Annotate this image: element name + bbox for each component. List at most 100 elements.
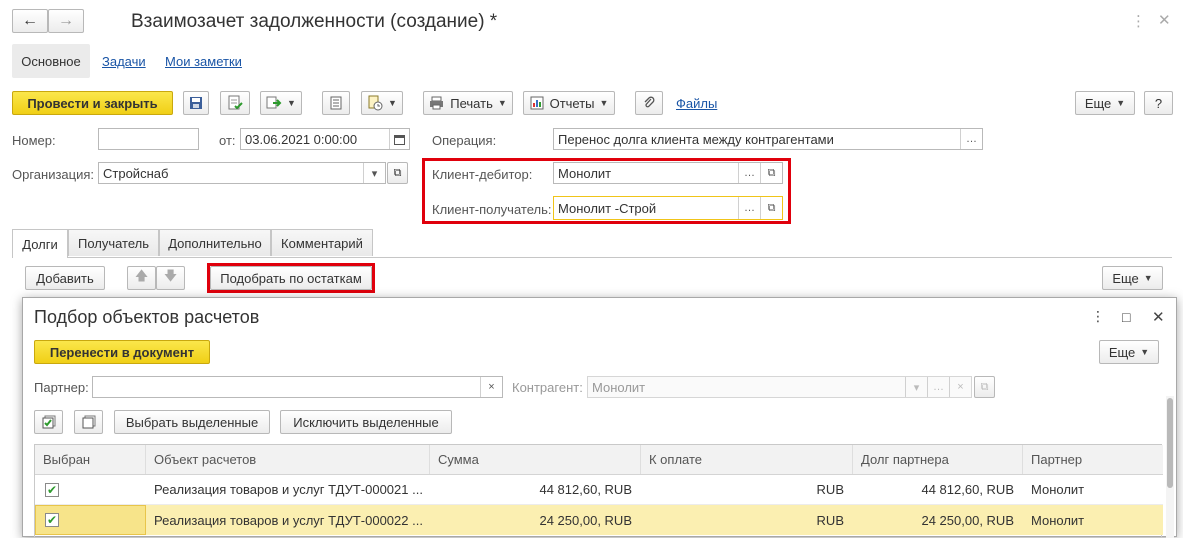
uncheck-all-icon bbox=[82, 415, 96, 429]
dots-icon[interactable]: … bbox=[738, 163, 760, 183]
uncheck-all-button[interactable] bbox=[74, 410, 103, 434]
post-and-close-button[interactable]: Провести и закрыть bbox=[12, 91, 173, 115]
more-label: Еще bbox=[1084, 95, 1112, 111]
open-window-icon[interactable]: ⧉ bbox=[760, 197, 782, 219]
row-sum: 44 812,60, RUB bbox=[539, 482, 632, 497]
operation-value: Перенос долга клиента между контрагентам… bbox=[558, 131, 834, 147]
col-selected[interactable]: Выбран bbox=[35, 445, 146, 474]
chevron-down-icon: ▼ bbox=[287, 98, 296, 108]
tab-comment-label: Комментарий bbox=[281, 235, 363, 251]
open-window-icon: ⧉ bbox=[393, 166, 402, 179]
tab-comment[interactable]: Комментарий bbox=[271, 229, 373, 256]
col-object[interactable]: Объект расчетов bbox=[146, 445, 430, 474]
tab-debts-label: Долги bbox=[22, 236, 58, 252]
move-down-button[interactable]: 🡇 bbox=[156, 266, 185, 290]
list-icon bbox=[330, 96, 342, 110]
journal-button[interactable] bbox=[322, 91, 350, 115]
more-button[interactable]: Еще ▼ bbox=[1075, 91, 1135, 115]
row-to-pay: RUB bbox=[816, 512, 844, 528]
forward-button[interactable]: → bbox=[48, 9, 84, 33]
row-partner: Монолит bbox=[1031, 512, 1085, 528]
nav-tab-tasks[interactable]: Задачи bbox=[102, 54, 146, 69]
calendar-icon[interactable] bbox=[389, 129, 409, 149]
table-header: Выбран Объект расчетов Сумма К оплате До… bbox=[35, 445, 1163, 475]
client-receiver-select[interactable]: Монолит -Строй … ⧉ bbox=[553, 196, 783, 220]
date-value: 03.06.2021 0:00:00 bbox=[245, 131, 358, 147]
dialog-more-button[interactable]: Еще ▼ bbox=[1099, 340, 1159, 364]
exclude-selected-button[interactable]: Исключить выделенные bbox=[280, 410, 452, 434]
chevron-down-icon[interactable]: ▾ bbox=[363, 163, 385, 183]
partner-input[interactable]: × bbox=[92, 376, 503, 398]
operation-select[interactable]: Перенос долга клиента между контрагентам… bbox=[553, 128, 983, 150]
arrow-down-icon: 🡇 bbox=[163, 268, 178, 283]
col-to-pay[interactable]: К оплате bbox=[641, 445, 853, 474]
row-checkbox[interactable]: ✔ bbox=[45, 482, 59, 497]
nav-tab-notes[interactable]: Мои заметки bbox=[165, 54, 242, 69]
post-button[interactable] bbox=[220, 91, 250, 115]
dialog-maximize-icon[interactable]: □ bbox=[1122, 309, 1130, 325]
attach-button[interactable] bbox=[635, 91, 663, 115]
help-button[interactable]: ? bbox=[1144, 91, 1173, 115]
related-documents-button[interactable]: ▼ bbox=[361, 91, 403, 115]
row-sum: 24 250,00, RUB bbox=[539, 512, 632, 528]
pick-by-balances-button[interactable]: Подобрать по остаткам bbox=[210, 266, 372, 290]
dialog-menu-icon[interactable]: ⋮ bbox=[1091, 308, 1105, 325]
scrollbar-thumb[interactable] bbox=[1167, 398, 1173, 488]
tab-receiver[interactable]: Получатель bbox=[68, 229, 159, 256]
table-row[interactable]: ✔ Реализация товаров и услуг ТДУТ-000022… bbox=[35, 505, 1163, 535]
scrollbar-track[interactable] bbox=[1166, 396, 1174, 538]
row-checkbox[interactable]: ✔ bbox=[45, 513, 59, 527]
transfer-to-document-button[interactable]: Перенести в документ bbox=[34, 340, 210, 364]
client-debtor-select[interactable]: Монолит … ⧉ bbox=[553, 162, 783, 184]
col-partner[interactable]: Партнер bbox=[1023, 445, 1163, 474]
open-window-icon[interactable]: ⧉ bbox=[760, 163, 782, 183]
move-up-button[interactable]: 🡅 bbox=[127, 266, 156, 290]
row-partner-debt: 24 250,00, RUB bbox=[921, 512, 1014, 528]
back-button[interactable]: ← bbox=[12, 9, 48, 33]
open-contractor-button[interactable]: ⧉ bbox=[974, 376, 995, 398]
date-input[interactable]: 03.06.2021 0:00:00 bbox=[240, 128, 410, 150]
arrow-right-icon: → bbox=[58, 12, 74, 29]
clear-icon[interactable]: × bbox=[949, 377, 971, 397]
select-selected-button[interactable]: Выбрать выделенные bbox=[114, 410, 270, 434]
organization-select[interactable]: Стройснаб ▾ bbox=[98, 162, 386, 184]
files-link[interactable]: Файлы bbox=[676, 96, 717, 111]
debts-more-button[interactable]: Еще ▼ bbox=[1102, 266, 1163, 290]
col-partner-debt[interactable]: Долг партнера bbox=[853, 445, 1023, 474]
check-all-button[interactable] bbox=[34, 410, 63, 434]
operation-label: Операция: bbox=[432, 133, 497, 148]
open-organization-button[interactable]: ⧉ bbox=[387, 162, 408, 184]
tab-additional[interactable]: Дополнительно bbox=[159, 229, 271, 256]
client-debtor-label: Клиент-дебитор: bbox=[432, 167, 533, 182]
client-debtor-value: Монолит bbox=[558, 165, 612, 181]
nav-tab-main[interactable]: Основное bbox=[12, 44, 90, 78]
tab-debts[interactable]: Долги bbox=[12, 229, 68, 258]
page-title: Взаимозачет задолженности (создание) * bbox=[131, 11, 498, 32]
contractor-select[interactable]: Монолит ▾ … × bbox=[587, 376, 972, 398]
add-button[interactable]: Добавить bbox=[25, 266, 105, 290]
dots-icon[interactable]: … bbox=[960, 129, 982, 149]
dialog-close-icon[interactable]: ✕ bbox=[1152, 308, 1165, 326]
debts-more-label: Еще bbox=[1112, 270, 1139, 286]
print-button[interactable]: Печать ▼ bbox=[423, 91, 513, 115]
dots-icon[interactable]: … bbox=[927, 377, 949, 397]
close-icon[interactable]: ✕ bbox=[1158, 11, 1171, 29]
create-based-on-button[interactable]: ▼ bbox=[260, 91, 302, 115]
pick-dialog: Подбор объектов расчетов ⋮ □ ✕ Перенести… bbox=[22, 297, 1177, 538]
chevron-down-icon[interactable]: ▾ bbox=[905, 377, 927, 397]
print-label: Печать bbox=[450, 95, 493, 111]
number-input[interactable] bbox=[98, 128, 199, 150]
save-button[interactable] bbox=[183, 91, 209, 115]
row-object: Реализация товаров и услуг ТДУТ-000021 .… bbox=[154, 482, 423, 497]
dots-icon[interactable]: … bbox=[738, 197, 760, 219]
reports-button[interactable]: Отчеты ▼ bbox=[523, 91, 615, 115]
clear-icon[interactable]: × bbox=[480, 377, 502, 397]
table-row[interactable]: ✔ Реализация товаров и услуг ТДУТ-000021… bbox=[35, 475, 1163, 505]
row-to-pay: RUB bbox=[816, 482, 844, 497]
chevron-down-icon: ▼ bbox=[388, 98, 397, 108]
tabs-divider bbox=[12, 257, 1172, 258]
kebab-menu-icon[interactable]: ⋮ bbox=[1131, 12, 1146, 30]
floppy-disk-icon bbox=[189, 96, 203, 110]
paperclip-icon bbox=[643, 96, 655, 110]
col-sum[interactable]: Сумма bbox=[430, 445, 641, 474]
